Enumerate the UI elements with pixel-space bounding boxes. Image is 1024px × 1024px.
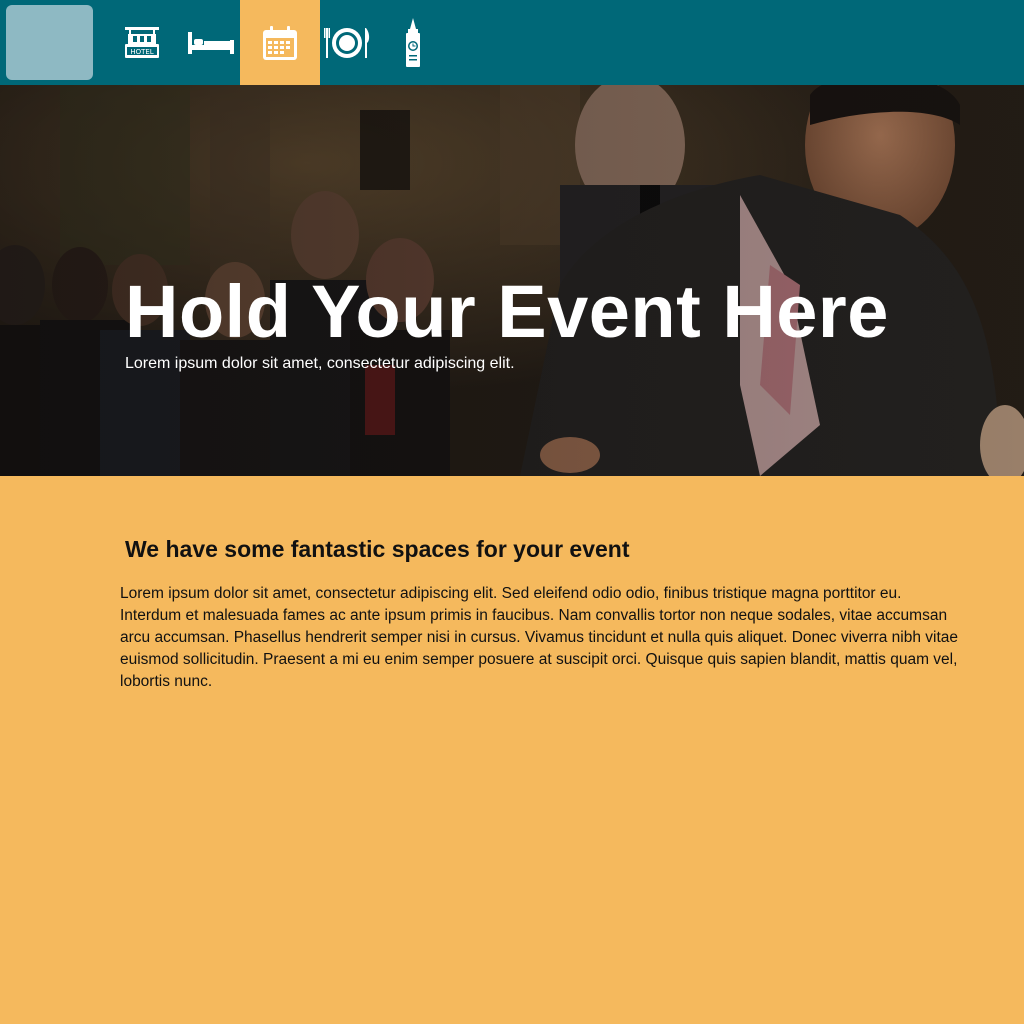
hero-banner: Hold Your Event Here Lorem ipsum dolor s…: [0, 85, 1024, 476]
nav-item-hotel[interactable]: HOTEL: [112, 0, 172, 85]
content-section: We have some fantastic spaces for your e…: [0, 476, 1024, 1024]
dining-icon: [324, 27, 370, 58]
bed-icon: [188, 31, 234, 54]
hero-title: Hold Your Event Here: [125, 270, 889, 353]
section-body: Lorem ipsum dolor sit amet, consectetur …: [120, 585, 958, 690]
nav-item-events[interactable]: [240, 0, 320, 85]
site-logo[interactable]: [6, 5, 93, 80]
calendar-icon: [263, 25, 297, 60]
nav-item-rooms[interactable]: [180, 0, 242, 85]
nav-item-attractions[interactable]: [394, 0, 432, 85]
hotel-icon: HOTEL: [125, 26, 159, 58]
hotel-label: HOTEL: [130, 48, 153, 56]
clock-tower-icon: [406, 17, 420, 67]
top-nav: HOTEL: [0, 0, 1024, 85]
hero-subtitle: Lorem ipsum dolor sit amet, consectetur …: [125, 355, 515, 372]
nav-item-dining[interactable]: [318, 0, 376, 85]
section-heading: We have some fantastic spaces for your e…: [125, 536, 630, 562]
